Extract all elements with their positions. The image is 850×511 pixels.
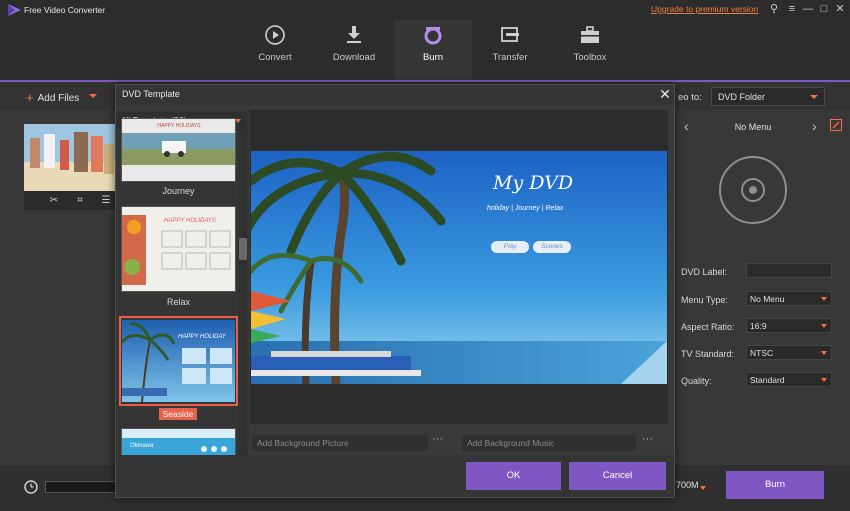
- search-icon[interactable]: ⚲: [767, 2, 781, 17]
- close-window-button[interactable]: ✕: [833, 2, 847, 17]
- template-relax[interactable]: HAPPY HOLIDAYS: [121, 206, 236, 292]
- template-scrollbar-thumb[interactable]: [239, 238, 247, 260]
- nav-burn[interactable]: Burn: [394, 20, 472, 80]
- preview-dvd-title: My DVD: [493, 172, 574, 194]
- menu-type-label: Menu Type:: [681, 295, 728, 305]
- preview-scenes-button: Scenes: [533, 241, 571, 253]
- app-title: Free Video Converter: [24, 5, 106, 15]
- aspect-ratio-value: 16:9: [750, 321, 767, 331]
- template-relax-banner: HAPPY HOLIDAYS: [164, 218, 216, 224]
- template-preview: [251, 151, 667, 384]
- template-seaside-thumbnail: HAPPY HOLIDAY: [122, 320, 235, 402]
- chevron-down-icon: [810, 95, 818, 99]
- disc-hole: [749, 186, 757, 194]
- chevron-right-icon[interactable]: ›: [812, 118, 817, 134]
- nav-download-label: Download: [332, 52, 376, 63]
- ok-button[interactable]: OK: [466, 462, 561, 490]
- template-journey-banner: HAPPY HOLIDAYS: [157, 123, 201, 129]
- chevron-down-icon: [821, 378, 827, 382]
- nav-toolbox-label: Toolbox: [573, 52, 607, 63]
- background-music-placeholder: Add Background Music: [467, 438, 555, 448]
- dialog-title: DVD Template: [122, 89, 180, 99]
- tv-standard-value: NTSC: [750, 348, 774, 358]
- output-format-select[interactable]: DVD Folder: [711, 87, 825, 106]
- preview-play-button: Play: [491, 241, 529, 253]
- add-files-dropdown-icon[interactable]: [89, 94, 97, 98]
- transfer-icon: [501, 27, 519, 42]
- dvd-label-input[interactable]: [746, 263, 832, 278]
- tv-standard-label: TV Standard:: [681, 349, 735, 359]
- menu-icon[interactable]: ≡: [785, 2, 799, 17]
- background-picture-placeholder: Add Background Picture: [257, 438, 349, 448]
- nav-download[interactable]: Download: [315, 20, 393, 80]
- template-okinawa-thumbnail: Okinawa: [122, 429, 235, 455]
- nav-toolbox[interactable]: Toolbox: [551, 20, 629, 80]
- template-scrollbar[interactable]: [239, 130, 247, 455]
- chevron-down-icon[interactable]: [700, 486, 706, 490]
- background-music-field[interactable]: Add Background Music: [462, 435, 636, 451]
- preview-chapters: holiday | Journey | Relax: [487, 205, 564, 212]
- nav-transfer-label: Transfer: [492, 52, 528, 63]
- aspect-ratio-label: Aspect Ratio:: [681, 322, 735, 332]
- file-thumbnail: [24, 124, 116, 191]
- more-icon[interactable]: ···: [642, 433, 653, 445]
- maximize-button[interactable]: □: [817, 2, 831, 17]
- add-files-button[interactable]: + Add Files: [26, 90, 79, 105]
- template-relax-name: Relax: [166, 297, 190, 307]
- toolbox-icon: [581, 26, 599, 43]
- template-okinawa[interactable]: Okinawa: [121, 428, 236, 455]
- background-picture-field[interactable]: Add Background Picture: [252, 435, 428, 451]
- dialog-header: [116, 85, 674, 105]
- nav-transfer[interactable]: Transfer: [471, 20, 549, 80]
- chevron-down-icon: [821, 324, 827, 328]
- burn-button[interactable]: Burn: [726, 471, 824, 499]
- adjust-icon[interactable]: ☰: [99, 194, 113, 208]
- template-journey[interactable]: HAPPY HOLIDAYS: [121, 118, 236, 182]
- nav-burn-label: Burn: [422, 52, 444, 63]
- menu-type-value: No Menu: [750, 294, 785, 304]
- output-format-value: DVD Folder: [718, 92, 766, 102]
- add-files-label: Add Files: [37, 93, 80, 104]
- menu-type-select[interactable]: No Menu: [746, 291, 832, 306]
- edit-icon[interactable]: [830, 119, 842, 131]
- menu-template-name: No Menu: [734, 122, 772, 132]
- dvd-label-label: DVD Label:: [681, 267, 728, 277]
- nav-convert-label: Convert: [258, 52, 292, 63]
- disc-size-bar: [45, 481, 117, 493]
- app-logo-icon: [8, 4, 21, 16]
- cancel-button[interactable]: Cancel: [569, 462, 666, 490]
- convert-icon: [265, 25, 285, 45]
- nav-convert[interactable]: Convert: [236, 20, 314, 80]
- burn-icon: [424, 27, 442, 45]
- chevron-down-icon: [821, 297, 827, 301]
- quality-select[interactable]: Standard: [746, 372, 832, 387]
- minimize-button[interactable]: —: [801, 2, 815, 17]
- alarm-icon[interactable]: [23, 478, 39, 494]
- template-seaside-name: Seaside: [159, 408, 197, 420]
- template-journey-name: Journey: [162, 186, 195, 196]
- crop-icon[interactable]: ⌗: [73, 194, 87, 208]
- close-icon[interactable]: ✕: [658, 86, 672, 102]
- more-icon[interactable]: ···: [432, 433, 443, 445]
- upgrade-link[interactable]: Upgrade to premium version: [651, 4, 758, 14]
- template-seaside-banner: HAPPY HOLIDAY: [178, 334, 227, 340]
- quality-value: Standard: [750, 375, 785, 385]
- aspect-ratio-select[interactable]: 16:9: [746, 318, 832, 333]
- download-icon: [347, 26, 361, 43]
- template-journey-thumbnail: HAPPY HOLIDAYS: [122, 119, 235, 181]
- tv-standard-select[interactable]: NTSC: [746, 345, 832, 360]
- template-okinawa-banner: Okinawa: [130, 443, 154, 449]
- template-seaside[interactable]: HAPPY HOLIDAY: [122, 320, 235, 402]
- plus-icon: +: [26, 90, 34, 105]
- disc-size-select[interactable]: 700M: [676, 480, 699, 490]
- template-relax-thumbnail: HAPPY HOLIDAYS: [122, 207, 235, 291]
- chevron-left-icon[interactable]: ‹: [684, 118, 689, 134]
- output-format-label: eo to:: [678, 92, 702, 103]
- chevron-down-icon: [821, 351, 827, 355]
- scissors-icon[interactable]: ✂: [47, 194, 61, 208]
- quality-label: Quality:: [681, 376, 712, 386]
